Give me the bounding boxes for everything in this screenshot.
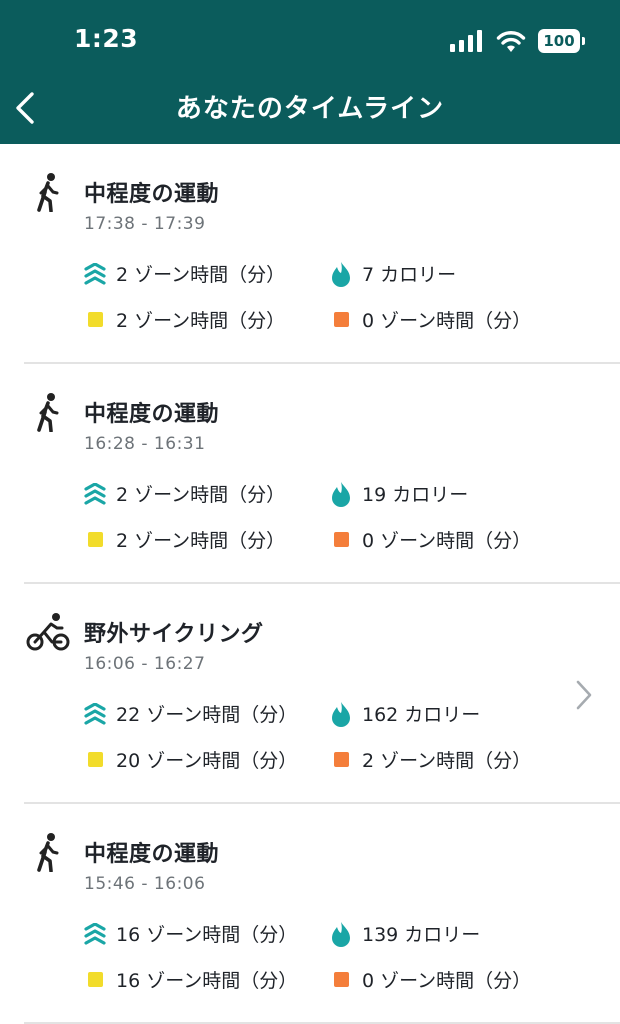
zone-minutes-stat: 2 ゾーン時間（分） (84, 480, 285, 507)
zone-minutes-stat: 22 ゾーン時間（分） (84, 700, 297, 727)
yellow-square-icon (88, 532, 103, 547)
page-title: あなたのタイムライン (175, 94, 445, 124)
walk-icon (37, 393, 59, 432)
timeline-entry[interactable]: 中程度の運動 15:46 - 16:06 16 ゾーン時間（分） 139 カロリ… (0, 804, 620, 1024)
zone-minutes-value: 2 ゾーン時間（分） (116, 264, 286, 286)
fat-burn-minutes-stat: 2 ゾーン時間（分） (84, 526, 285, 553)
signal-icon (450, 30, 482, 52)
flame-icon (332, 261, 350, 287)
calories-stat: 19 カロリー (330, 480, 468, 507)
cardio-minutes-value: 2 ゾーン時間（分） (362, 750, 532, 772)
fat-burn-minutes-stat: 20 ゾーン時間（分） (84, 746, 297, 773)
flame-icon (332, 701, 350, 727)
status-time: 1:23 (74, 24, 139, 53)
zone-minutes-value: 2 ゾーン時間（分） (116, 484, 286, 506)
orange-square-icon (334, 972, 349, 987)
zone-minutes-icon (84, 922, 106, 945)
yellow-square-icon (88, 752, 103, 767)
zone-minutes-value: 16 ゾーン時間（分） (116, 924, 298, 946)
calories-value: 19 カロリー (362, 484, 469, 506)
zone-minutes-stat: 16 ゾーン時間（分） (84, 920, 297, 947)
walk-icon (37, 173, 59, 212)
zone-minutes-icon (84, 262, 106, 285)
cardio-minutes-stat: 2 ゾーン時間（分） (330, 746, 531, 773)
cardio-minutes-stat: 0 ゾーン時間（分） (330, 966, 531, 993)
fat-burn-minutes-value: 20 ゾーン時間（分） (116, 750, 298, 772)
entry-title: 野外サイクリング (84, 622, 264, 647)
fat-burn-minutes-stat: 2 ゾーン時間（分） (84, 306, 285, 333)
orange-square-icon (334, 312, 349, 327)
fat-burn-minutes-stat: 16 ゾーン時間（分） (84, 966, 297, 993)
header: 1:23 100 あなたのタイムライン (0, 0, 620, 144)
timeline-entry[interactable]: 中程度の運動 17:38 - 17:39 2 ゾーン時間（分） 7 カロリー 2… (0, 144, 620, 364)
cardio-minutes-value: 0 ゾーン時間（分） (362, 970, 532, 992)
cardio-minutes-stat: 0 ゾーン時間（分） (330, 526, 531, 553)
battery-icon: 100 (538, 29, 585, 53)
calories-stat: 139 カロリー (330, 920, 480, 947)
fat-burn-minutes-value: 16 ゾーン時間（分） (116, 970, 298, 992)
cardio-minutes-value: 0 ゾーン時間（分） (362, 310, 532, 332)
timeline-entry[interactable]: 野外サイクリング 16:06 - 16:27 22 ゾーン時間（分） 162 カ… (0, 584, 620, 804)
orange-square-icon (334, 752, 349, 767)
entry-time: 15:46 - 16:06 (84, 874, 206, 894)
fat-burn-minutes-value: 2 ゾーン時間（分） (116, 530, 286, 552)
flame-icon (332, 921, 350, 947)
status-icons: 100 (450, 28, 585, 54)
entry-title: 中程度の運動 (84, 402, 220, 427)
entry-title: 中程度の運動 (84, 842, 220, 867)
zone-minutes-icon (84, 482, 106, 505)
chevron-right-icon[interactable] (574, 678, 594, 712)
timeline-entry[interactable]: 中程度の運動 16:28 - 16:31 2 ゾーン時間（分） 19 カロリー … (0, 364, 620, 584)
entry-title: 中程度の運動 (84, 182, 220, 207)
orange-square-icon (334, 532, 349, 547)
zone-minutes-value: 22 ゾーン時間（分） (116, 704, 298, 726)
wifi-icon (496, 31, 526, 52)
cardio-minutes-value: 0 ゾーン時間（分） (362, 530, 532, 552)
entry-time: 16:06 - 16:27 (84, 654, 206, 674)
entry-time: 16:28 - 16:31 (84, 434, 206, 454)
zone-minutes-stat: 2 ゾーン時間（分） (84, 260, 285, 287)
yellow-square-icon (88, 312, 103, 327)
calories-stat: 162 カロリー (330, 700, 480, 727)
yellow-square-icon (88, 972, 103, 987)
walk-icon (37, 833, 59, 872)
calories-stat: 7 カロリー (330, 260, 456, 287)
calories-value: 7 カロリー (362, 264, 457, 286)
flame-icon (332, 481, 350, 507)
fat-burn-minutes-value: 2 ゾーン時間（分） (116, 310, 286, 332)
cardio-minutes-stat: 0 ゾーン時間（分） (330, 306, 531, 333)
calories-value: 162 カロリー (362, 704, 481, 726)
entry-time: 17:38 - 17:39 (84, 214, 206, 234)
zone-minutes-icon (84, 702, 106, 725)
bike-icon (26, 613, 70, 651)
timeline-list: 中程度の運動 17:38 - 17:39 2 ゾーン時間（分） 7 カロリー 2… (0, 144, 620, 1024)
calories-value: 139 カロリー (362, 924, 481, 946)
